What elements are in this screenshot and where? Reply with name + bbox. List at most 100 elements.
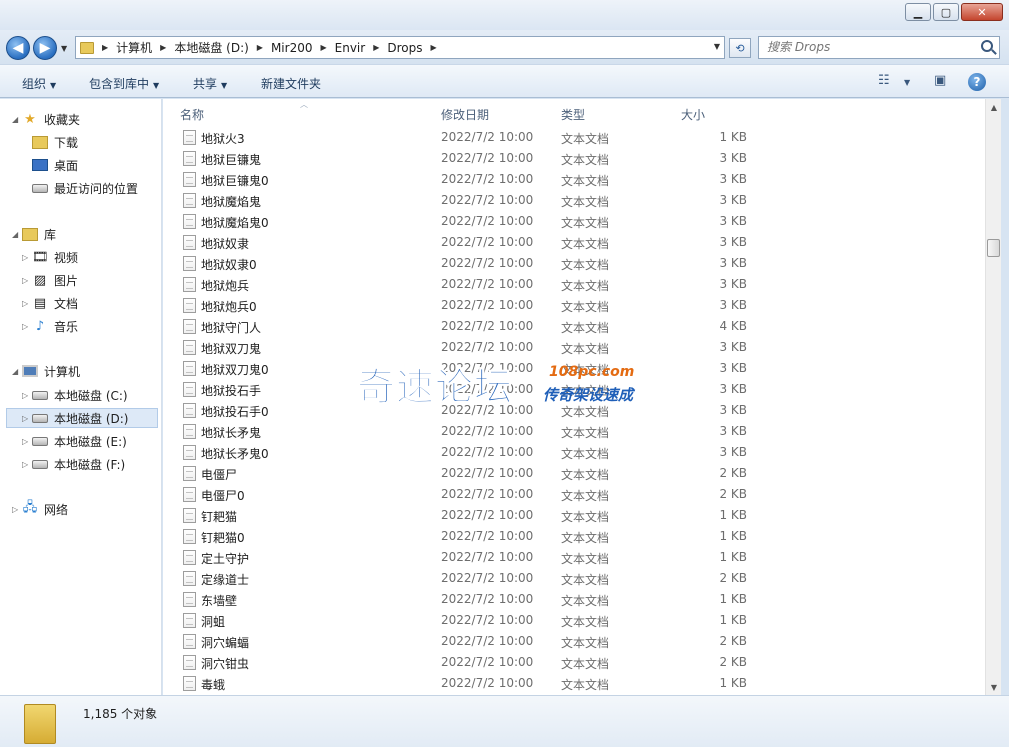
- file-row[interactable]: 电僵尸 2022/7/2 10:00 文本文档 2 KB: [163, 463, 985, 484]
- file-row[interactable]: 地狱炮兵 2022/7/2 10:00 文本文档 3 KB: [163, 274, 985, 295]
- drive-icon: [32, 413, 48, 423]
- chevron-right-icon[interactable]: ▶: [430, 43, 436, 52]
- file-row[interactable]: 地狱双刀鬼 2022/7/2 10:00 文本文档 3 KB: [163, 337, 985, 358]
- file-row[interactable]: 洞穴蝙蝠 2022/7/2 10:00 文本文档 2 KB: [163, 631, 985, 652]
- file-row[interactable]: 钉耙猫 2022/7/2 10:00 文本文档 1 KB: [163, 505, 985, 526]
- file-row[interactable]: 地狱魔焰鬼0 2022/7/2 10:00 文本文档 3 KB: [163, 211, 985, 232]
- nav-drive-c[interactable]: ▷ 本地磁盘 (C:): [22, 385, 128, 405]
- command-bar: 组织 ▼ 包含到库中 ▼ 共享 ▼ 新建文件夹 ☷ ▼ ▣ ?: [0, 64, 1009, 98]
- chevron-right-icon[interactable]: ▶: [320, 43, 326, 52]
- scroll-thumb[interactable]: [987, 239, 1000, 257]
- expand-icon[interactable]: ▷: [22, 322, 32, 331]
- expand-icon[interactable]: ▷: [22, 414, 32, 423]
- nav-drive-d[interactable]: ▷ 本地磁盘 (D:): [6, 408, 158, 428]
- file-row[interactable]: 地狱魔焰鬼 2022/7/2 10:00 文本文档 3 KB: [163, 190, 985, 211]
- breadcrumb-drops[interactable]: Drops: [387, 41, 422, 55]
- text-file-icon: [183, 529, 196, 544]
- organize-menu[interactable]: 组织 ▼: [22, 75, 56, 92]
- nav-drive-e[interactable]: ▷ 本地磁盘 (E:): [22, 431, 127, 451]
- expand-icon[interactable]: ▷: [22, 253, 32, 262]
- new-folder-button[interactable]: 新建文件夹: [261, 75, 321, 92]
- nav-drive-f[interactable]: ▷ 本地磁盘 (F:): [22, 454, 125, 474]
- column-header-name[interactable]: 名称: [180, 106, 204, 123]
- breadcrumb-computer[interactable]: 计算机: [116, 39, 152, 56]
- chevron-right-icon[interactable]: ▶: [160, 43, 166, 52]
- include-in-library-menu[interactable]: 包含到库中 ▼: [89, 75, 159, 92]
- expand-icon[interactable]: ▷: [22, 437, 32, 446]
- nav-downloads[interactable]: 下载: [32, 132, 78, 152]
- share-menu[interactable]: 共享 ▼: [193, 75, 227, 92]
- maximize-button[interactable]: ▢: [933, 3, 959, 21]
- file-row[interactable]: 洞蛆 2022/7/2 10:00 文本文档 1 KB: [163, 610, 985, 631]
- file-row[interactable]: 地狱长矛鬼 2022/7/2 10:00 文本文档 3 KB: [163, 421, 985, 442]
- search-box[interactable]: [758, 36, 1000, 59]
- refresh-button[interactable]: ⟲: [729, 38, 751, 58]
- scroll-up-button[interactable]: ▲: [986, 99, 1002, 115]
- breadcrumb-mir200[interactable]: Mir200: [271, 41, 313, 55]
- file-name: 地狱守门人: [201, 321, 262, 335]
- file-date: 2022/7/2 10:00: [441, 508, 534, 522]
- search-input[interactable]: [759, 37, 969, 57]
- file-row[interactable]: 定土守护 2022/7/2 10:00 文本文档 1 KB: [163, 547, 985, 568]
- preview-pane-icon[interactable]: ▣: [934, 73, 946, 88]
- expand-icon[interactable]: ▷: [22, 299, 32, 308]
- recent-pages-dropdown[interactable]: ▼: [61, 44, 67, 53]
- file-row[interactable]: 地狱奴隶0 2022/7/2 10:00 文本文档 3 KB: [163, 253, 985, 274]
- chevron-right-icon[interactable]: ▶: [257, 43, 263, 52]
- folder-icon: [80, 41, 94, 54]
- address-history-dropdown[interactable]: ▼: [714, 42, 720, 51]
- nav-videos[interactable]: ▷ 🎞 视频: [22, 247, 78, 267]
- close-button[interactable]: ✕: [961, 3, 1003, 21]
- chevron-down-icon[interactable]: ▼: [904, 78, 910, 87]
- expand-icon[interactable]: ▷: [22, 460, 32, 469]
- chevron-right-icon[interactable]: ▶: [373, 43, 379, 52]
- expand-icon[interactable]: ◢: [12, 367, 22, 376]
- file-row[interactable]: 电僵尸0 2022/7/2 10:00 文本文档 2 KB: [163, 484, 985, 505]
- breadcrumb-envir[interactable]: Envir: [335, 41, 366, 55]
- expand-icon[interactable]: ▷: [12, 505, 22, 514]
- forward-arrow-icon: ▶: [39, 40, 51, 56]
- column-header-size[interactable]: 大小: [681, 106, 705, 123]
- file-row[interactable]: 地狱巨镰鬼0 2022/7/2 10:00 文本文档 3 KB: [163, 169, 985, 190]
- nav-desktop[interactable]: 桌面: [32, 155, 78, 175]
- forward-button[interactable]: ▶: [33, 36, 57, 60]
- file-row[interactable]: 毒蛾 2022/7/2 10:00 文本文档 1 KB: [163, 673, 985, 694]
- back-button[interactable]: ◀: [6, 36, 30, 60]
- nav-computer[interactable]: ◢ 计算机: [12, 361, 80, 381]
- scroll-down-button[interactable]: ▼: [986, 679, 1002, 695]
- file-row[interactable]: 洞穴钳虫 2022/7/2 10:00 文本文档 2 KB: [163, 652, 985, 673]
- expand-icon[interactable]: ◢: [12, 115, 22, 124]
- nav-network[interactable]: ▷ 🖧 网络: [12, 499, 68, 519]
- file-row[interactable]: 地狱巨镰鬼 2022/7/2 10:00 文本文档 3 KB: [163, 148, 985, 169]
- file-row[interactable]: 地狱火3 2022/7/2 10:00 文本文档 1 KB: [163, 127, 985, 148]
- file-name: 定土守护: [201, 552, 250, 566]
- file-row[interactable]: 地狱守门人 2022/7/2 10:00 文本文档 4 KB: [163, 316, 985, 337]
- minimize-button[interactable]: ▁: [905, 3, 931, 21]
- file-row[interactable]: 地狱长矛鬼0 2022/7/2 10:00 文本文档 3 KB: [163, 442, 985, 463]
- file-row[interactable]: 东墙壁 2022/7/2 10:00 文本文档 1 KB: [163, 589, 985, 610]
- nav-music[interactable]: ▷ ♪ 音乐: [22, 316, 78, 336]
- view-options-icon[interactable]: ☷: [878, 73, 890, 88]
- file-row[interactable]: 地狱奴隶 2022/7/2 10:00 文本文档 3 KB: [163, 232, 985, 253]
- column-header-type[interactable]: 类型: [561, 106, 585, 123]
- expand-icon[interactable]: ◢: [12, 230, 22, 239]
- nav-libraries[interactable]: ◢ 库: [12, 224, 56, 244]
- file-date: 2022/7/2 10:00: [441, 256, 534, 270]
- address-bar[interactable]: ▶ 计算机 ▶ 本地磁盘 (D:) ▶ Mir200 ▶ Envir ▶ Dro…: [75, 36, 725, 59]
- picture-icon: ▨: [33, 272, 47, 288]
- expand-icon[interactable]: ▷: [22, 391, 32, 400]
- vertical-scrollbar[interactable]: ▲ ▼: [985, 99, 1001, 695]
- expand-icon[interactable]: ▷: [22, 276, 32, 285]
- file-row[interactable]: 地狱炮兵0 2022/7/2 10:00 文本文档 3 KB: [163, 295, 985, 316]
- nav-recent-places[interactable]: 最近访问的位置: [32, 178, 138, 198]
- nav-documents[interactable]: ▷ ▤ 文档: [22, 293, 78, 313]
- nav-pictures[interactable]: ▷ ▨ 图片: [22, 270, 78, 290]
- chevron-right-icon[interactable]: ▶: [102, 43, 108, 52]
- breadcrumb-drive-d[interactable]: 本地磁盘 (D:): [174, 39, 248, 56]
- file-row[interactable]: 定缘道士 2022/7/2 10:00 文本文档 2 KB: [163, 568, 985, 589]
- search-icon[interactable]: [981, 40, 993, 52]
- nav-favorites[interactable]: ◢ ★ 收藏夹: [12, 109, 80, 129]
- help-icon[interactable]: ?: [968, 73, 986, 91]
- column-header-date[interactable]: 修改日期: [441, 106, 489, 123]
- file-row[interactable]: 钉耙猫0 2022/7/2 10:00 文本文档 1 KB: [163, 526, 985, 547]
